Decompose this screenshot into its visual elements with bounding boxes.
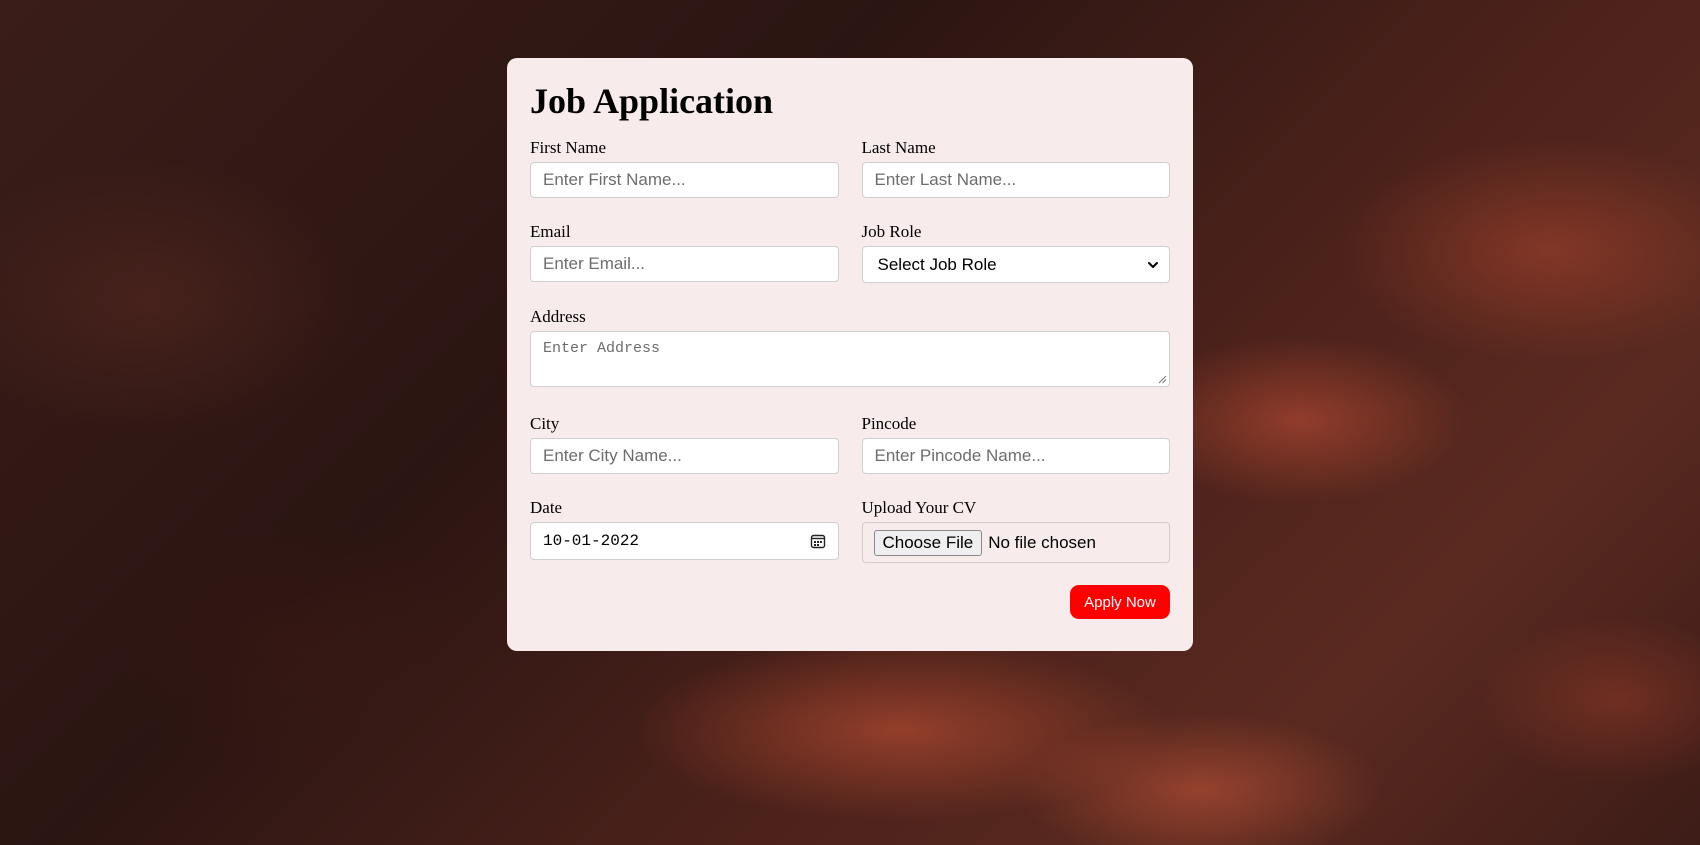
first-name-input[interactable] bbox=[530, 162, 839, 198]
pincode-input[interactable] bbox=[861, 438, 1170, 474]
city-field-group: City bbox=[530, 414, 839, 474]
file-status: No file chosen bbox=[988, 532, 1096, 552]
cv-label: Upload Your CV bbox=[861, 498, 977, 517]
email-input[interactable] bbox=[530, 246, 839, 282]
cv-field-group: Upload Your CV Choose File No file chose… bbox=[861, 498, 1170, 563]
job-role-selected-value: Select Job Role bbox=[877, 254, 997, 274]
date-field-group: Date 10-01-2022 bbox=[530, 498, 839, 563]
apply-now-button[interactable]: Apply Now bbox=[1070, 585, 1170, 619]
first-name-field-group: First Name bbox=[530, 138, 839, 198]
city-pincode-row: City Pincode bbox=[530, 414, 1170, 474]
date-cv-row: Date 10-01-2022 Upload Your CV Choose Fi… bbox=[530, 498, 1170, 563]
name-row: First Name Last Name bbox=[530, 138, 1170, 198]
first-name-label: First Name bbox=[530, 138, 607, 157]
last-name-input[interactable] bbox=[861, 162, 1170, 198]
email-field-group: Email bbox=[530, 222, 839, 283]
resize-handle-icon[interactable] bbox=[1158, 375, 1167, 384]
page-title: Job Application bbox=[530, 81, 774, 121]
address-textarea[interactable]: Enter Address bbox=[530, 331, 1170, 387]
last-name-label: Last Name bbox=[861, 138, 936, 157]
date-input[interactable]: 10-01-2022 bbox=[530, 522, 839, 560]
chevron-down-icon bbox=[1148, 261, 1158, 268]
email-role-row: Email Job Role Select Job Role bbox=[530, 222, 1170, 283]
job-role-select[interactable]: Select Job Role bbox=[861, 246, 1170, 283]
pincode-field-group: Pincode bbox=[861, 414, 1170, 474]
city-label: City bbox=[530, 414, 560, 433]
date-label: Date bbox=[530, 498, 563, 517]
address-label: Address bbox=[530, 307, 586, 326]
address-placeholder: Enter Address bbox=[543, 340, 661, 357]
job-role-field-group: Job Role Select Job Role bbox=[861, 222, 1170, 283]
cv-file-input: Choose File No file chosen bbox=[861, 522, 1170, 563]
email-label: Email bbox=[530, 222, 571, 241]
job-application-card: Job Application First Name Last Name Ema… bbox=[507, 58, 1193, 651]
address-field-group: Address Enter Address bbox=[530, 307, 1170, 387]
submit-row: Apply Now bbox=[530, 585, 1170, 619]
job-role-label: Job Role bbox=[861, 222, 922, 241]
choose-file-button[interactable]: Choose File bbox=[873, 529, 983, 556]
date-value: 10-01-2022 bbox=[543, 532, 640, 550]
last-name-field-group: Last Name bbox=[861, 138, 1170, 198]
pincode-label: Pincode bbox=[861, 414, 917, 433]
city-input[interactable] bbox=[530, 438, 839, 474]
calendar-icon[interactable] bbox=[810, 533, 826, 549]
